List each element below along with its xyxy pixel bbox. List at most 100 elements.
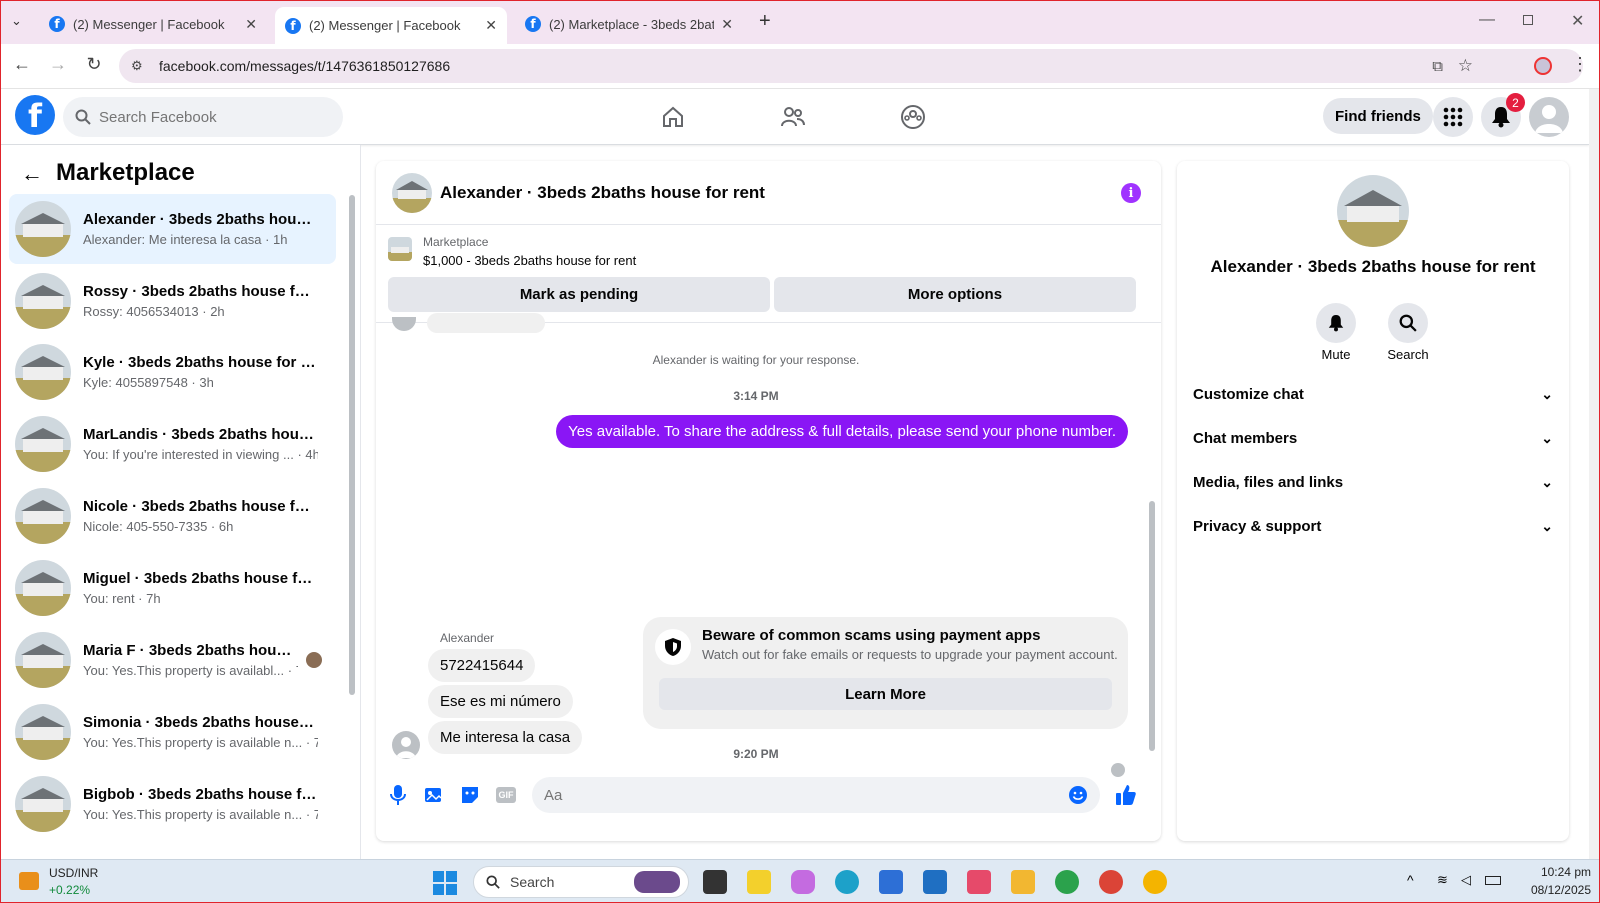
outgoing-message[interactable]: Yes available. To share the address & fu… xyxy=(556,415,1128,448)
incoming-message[interactable]: 5722415644 xyxy=(428,649,536,682)
chrome-profile-icon[interactable] xyxy=(1099,870,1123,894)
restore-icon[interactable] xyxy=(1523,15,1533,25)
mark-as-pending-button[interactable]: Mark as pending xyxy=(388,277,770,312)
task-view-icon[interactable] xyxy=(703,870,727,894)
conversation-item[interactable]: Kyle · 3beds 2baths house for rent Kyle: … xyxy=(9,337,336,407)
taskbar-search[interactable]: Search xyxy=(473,866,689,898)
chat-members-section[interactable]: Chat members ⌄ xyxy=(1193,420,1553,456)
browser-tab-strip: ⌄ f (2) Messenger | Facebook ✕ f (2) Mes… xyxy=(1,1,1599,44)
conversation-item[interactable]: Maria F · 3beds 2baths house for rent You… xyxy=(9,625,336,695)
friends-nav-icon[interactable] xyxy=(779,103,807,131)
site-settings-icon[interactable]: ⚙ xyxy=(131,58,143,74)
ticker-name[interactable]: USD/INR xyxy=(49,866,98,880)
chrome-profile-icon[interactable] xyxy=(1143,870,1167,894)
customize-chat-section[interactable]: Customize chat ⌄ xyxy=(1193,376,1553,412)
chat-scrollbar[interactable] xyxy=(1149,501,1155,751)
reload-icon[interactable]: ↻ xyxy=(82,54,106,75)
more-options-button[interactable]: More options xyxy=(774,277,1136,312)
groups-nav-icon[interactable] xyxy=(899,103,927,131)
photo-icon[interactable] xyxy=(422,783,446,807)
search-input[interactable] xyxy=(99,108,319,126)
copilot-icon[interactable] xyxy=(791,870,815,894)
facebook-search[interactable] xyxy=(63,97,343,137)
conversation-preview: You: Yes.This property is available n...… xyxy=(83,735,318,750)
profile-avatar-icon[interactable] xyxy=(1534,57,1552,75)
conversation-item[interactable]: Rossy · 3beds 2baths house for rent Rossy… xyxy=(9,266,336,336)
chat-title[interactable]: Alexander · 3beds 2baths house for rent xyxy=(440,183,765,203)
chat-avatar[interactable] xyxy=(392,173,432,213)
incoming-message[interactable]: Me interesa la casa xyxy=(428,721,583,754)
scam-warning-card: Beware of common scams using payment app… xyxy=(643,617,1128,729)
battery-icon[interactable] xyxy=(1485,876,1501,885)
forward-icon[interactable]: → xyxy=(46,54,70,75)
media-files-section[interactable]: Media, files and links ⌄ xyxy=(1193,464,1553,500)
clock-date[interactable]: 08/12/2025 xyxy=(1517,883,1591,897)
close-tab-icon[interactable]: ✕ xyxy=(245,16,257,33)
thumbs-up-icon[interactable] xyxy=(1114,783,1138,807)
message-input[interactable] xyxy=(532,777,1100,813)
conversation-item[interactable]: Alexander · 3beds 2baths house for rent A… xyxy=(9,194,336,264)
privacy-support-section[interactable]: Privacy & support ⌄ xyxy=(1193,508,1553,544)
sticker-icon[interactable] xyxy=(458,783,482,807)
install-app-icon[interactable]: ⧉ xyxy=(1432,58,1443,75)
conversation-item[interactable]: Simonia · 3beds 2baths house for rent You… xyxy=(9,697,336,767)
browser-tab-1[interactable]: f (2) Messenger | Facebook ✕ xyxy=(39,9,267,39)
outlook-icon[interactable] xyxy=(923,870,947,894)
wifi-icon[interactable]: ≋ xyxy=(1437,872,1448,888)
timestamp: 3:14 PM xyxy=(733,389,779,403)
learn-more-button[interactable]: Learn More xyxy=(659,678,1112,710)
conversation-item[interactable]: Nicole · 3beds 2baths house for rent Nico… xyxy=(9,481,336,551)
sticky-notes-icon[interactable] xyxy=(747,870,771,894)
facebook-logo[interactable]: f xyxy=(15,95,55,135)
listing-title[interactable]: $1,000 - 3beds 2baths house for rent xyxy=(423,253,636,268)
close-tab-icon[interactable]: ✕ xyxy=(485,17,497,34)
back-arrow-icon[interactable]: ← xyxy=(21,161,43,187)
close-tab-icon[interactable]: ✕ xyxy=(721,16,733,33)
file-explorer-icon[interactable] xyxy=(1011,870,1035,894)
microphone-icon[interactable] xyxy=(386,783,410,807)
close-window-icon[interactable]: ✕ xyxy=(1571,11,1584,31)
volume-icon[interactable]: ◁ xyxy=(1461,872,1471,888)
store-icon[interactable] xyxy=(879,870,903,894)
search-chat-button[interactable] xyxy=(1388,303,1428,343)
menu-grid-button[interactable] xyxy=(1433,97,1473,137)
info-icon[interactable]: i xyxy=(1121,183,1141,203)
home-nav-icon[interactable] xyxy=(659,103,687,131)
stocks-widget-icon[interactable] xyxy=(19,872,39,890)
conversation-item[interactable]: MarLandis · 3beds 2baths house for rent Y… xyxy=(9,409,336,479)
start-button-icon[interactable] xyxy=(433,871,457,895)
conversation-item[interactable]: Bigbob · 3beds 2baths house for rent You:… xyxy=(9,769,336,839)
find-friends-button[interactable]: Find friends xyxy=(1323,98,1433,134)
snipping-tool-icon[interactable] xyxy=(967,870,991,894)
page-scrollbar[interactable] xyxy=(1589,89,1599,859)
gif-icon[interactable]: GIF xyxy=(494,783,518,807)
back-icon[interactable]: ← xyxy=(10,54,34,75)
conversation-item[interactable]: Miguel · 3beds 2baths house for rent You:… xyxy=(9,553,336,623)
chevron-down-icon: ⌄ xyxy=(1541,429,1553,446)
section-label: Chat members xyxy=(1193,429,1298,447)
edge-icon[interactable] xyxy=(835,870,859,894)
address-bar[interactable]: ⚙ facebook.com/messages/t/14763618501276… xyxy=(119,49,1583,83)
tab-search-chevron-icon[interactable]: ⌄ xyxy=(11,13,22,29)
account-avatar[interactable] xyxy=(1529,97,1569,137)
new-tab-icon[interactable]: + xyxy=(759,10,771,33)
facebook-favicon-icon: f xyxy=(49,16,65,32)
bookmark-star-icon[interactable]: ☆ xyxy=(1458,56,1473,76)
mute-button[interactable] xyxy=(1316,303,1356,343)
emoji-icon[interactable] xyxy=(1066,783,1090,807)
conversation-preview: You: rent · 7h xyxy=(83,591,161,606)
sender-avatar-icon xyxy=(392,317,416,331)
listing-thumbnail[interactable] xyxy=(388,237,412,261)
contact-avatar[interactable] xyxy=(1337,175,1409,247)
browser-menu-icon[interactable]: ⋮ xyxy=(1571,54,1589,75)
minimize-icon[interactable]: — xyxy=(1479,11,1495,29)
tray-chevron-icon[interactable]: ^ xyxy=(1407,872,1414,888)
chrome-icon[interactable] xyxy=(1055,870,1079,894)
browser-tab-2[interactable]: f (2) Messenger | Facebook ✕ xyxy=(275,7,507,44)
conversation-list-scrollbar[interactable] xyxy=(349,195,355,695)
conversation-name: Kyle · 3beds 2baths house for rent xyxy=(83,354,318,371)
listing-thumbnail xyxy=(15,273,71,329)
incoming-message[interactable]: Ese es mi número xyxy=(428,685,573,718)
clock-time[interactable]: 10:24 pm xyxy=(1531,865,1591,879)
browser-tab-3[interactable]: f (2) Marketplace - 3beds 2baths ✕ xyxy=(515,9,743,39)
